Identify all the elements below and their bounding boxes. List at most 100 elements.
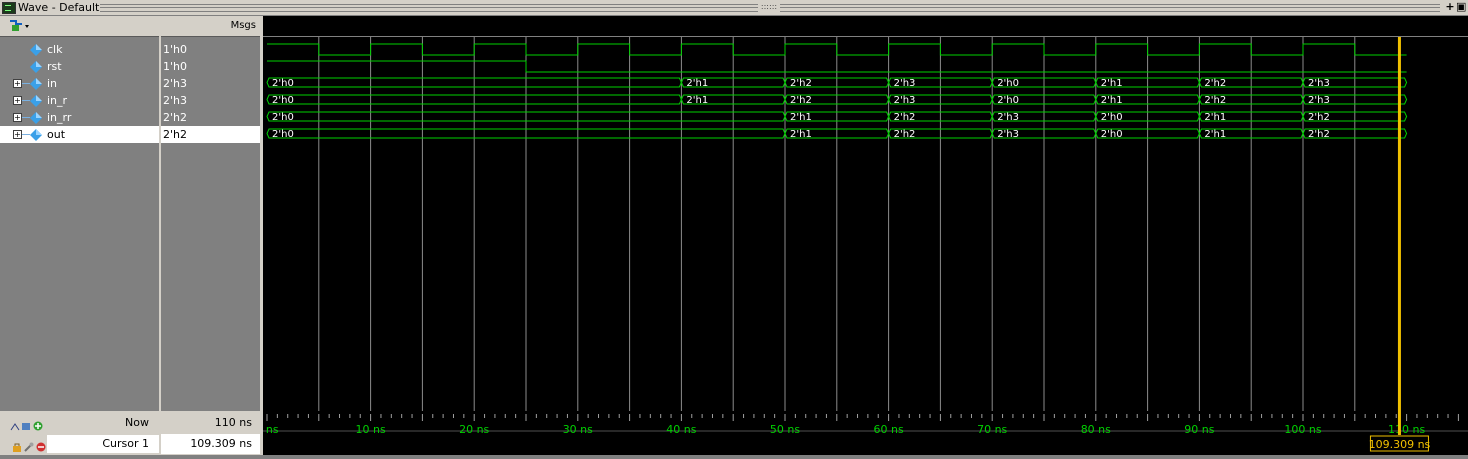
signal-value-row-in_r[interactable]: 2'h3 bbox=[161, 92, 260, 109]
signal-name: clk bbox=[47, 43, 63, 56]
signal-value-row-rst[interactable]: 1'h0 bbox=[161, 58, 260, 75]
add-icon[interactable] bbox=[33, 418, 43, 431]
signal-name: in bbox=[47, 77, 58, 90]
signal-row-out[interactable]: + out bbox=[0, 126, 159, 143]
bus-value-label: 2'h2 bbox=[1204, 78, 1226, 89]
expand-icon[interactable]: + bbox=[13, 79, 22, 88]
bus-value-label: 2'h2 bbox=[1308, 112, 1330, 123]
signal-row-in_r[interactable]: + in_r bbox=[0, 92, 159, 109]
expand-icon[interactable]: + bbox=[13, 130, 22, 139]
cursor-row: Cursor 1 bbox=[0, 434, 159, 454]
bus-value-label: 2'h1 bbox=[686, 78, 708, 89]
delete-icon[interactable] bbox=[36, 439, 46, 452]
status-names: Now Cursor 1 bbox=[0, 411, 159, 455]
cursor-value: 109.309 ns bbox=[190, 437, 252, 450]
signal-row-in[interactable]: + in bbox=[0, 75, 159, 92]
signal-value: 1'h0 bbox=[163, 43, 187, 56]
bus-value-label: 2'h3 bbox=[1308, 78, 1330, 89]
pane-splitter-left[interactable] bbox=[159, 16, 161, 455]
undock-plus-icon[interactable]: + bbox=[1445, 1, 1455, 12]
signal-row-in_rr[interactable]: + in_rr bbox=[0, 109, 159, 126]
ruler-tick-label: 0 ns bbox=[263, 423, 279, 436]
ruler-tick-label: 10 ns bbox=[355, 423, 385, 436]
bus-value-label: 2'h0 bbox=[272, 78, 294, 89]
names-header bbox=[0, 16, 159, 37]
signal-value-row-in_rr[interactable]: 2'h2 bbox=[161, 109, 260, 126]
signal-row-rst[interactable]: rst bbox=[0, 58, 159, 75]
signal-name: in_rr bbox=[47, 111, 72, 124]
timeline-ruler[interactable]: 0 ns 10 ns 20 ns 30 ns 40 ns 50 ns 60 ns 70 ns 8… bbox=[255, 411, 1468, 455]
bus-value-label: 2'h0 bbox=[272, 129, 294, 140]
tree-connector bbox=[22, 134, 30, 135]
restore-window-icon[interactable]: ▣ bbox=[1456, 1, 1466, 12]
waveform-canvas[interactable]: 2'h0 2'h1 2'h2 2'h3 2'h0 2'h1 2'h2 2'h3 2'h0 2'h1… bbox=[263, 37, 1468, 411]
waveform-pane[interactable]: 2'h0 2'h1 2'h2 2'h3 2'h0 2'h1 2'h2 2'h3 2'h0 2'h1… bbox=[263, 16, 1468, 411]
signal-diamond-icon bbox=[30, 78, 42, 90]
signal-value-row-out[interactable]: 2'h2 bbox=[161, 126, 260, 143]
bus-value-label: 2'h2 bbox=[1204, 95, 1226, 106]
signal-names-pane: clk rst + in + in_r + in_rr + out bbox=[0, 16, 159, 411]
signal-diamond-icon bbox=[30, 95, 42, 107]
ruler-tick-label: 100 ns bbox=[1284, 423, 1321, 436]
signal-name: in_r bbox=[47, 94, 68, 107]
bus-value-label: 2'h1 bbox=[686, 95, 708, 106]
window-titlebar: Wave - Default :::::: + ▣ bbox=[0, 0, 1468, 16]
signal-value: 2'h2 bbox=[163, 128, 187, 141]
now-row: Now bbox=[0, 413, 159, 433]
signal-values-pane: Msgs 1'h0 1'h0 2'h3 2'h3 2'h2 2'h2 bbox=[161, 16, 260, 411]
bus-value-label: 2'h0 bbox=[997, 95, 1019, 106]
bus-value-label: 2'h2 bbox=[790, 78, 812, 89]
expand-icon[interactable]: + bbox=[13, 96, 22, 105]
bus-value-label: 2'h3 bbox=[1308, 95, 1330, 106]
clk-waveform bbox=[267, 43, 1407, 56]
signal-name: rst bbox=[47, 60, 62, 73]
app-icon bbox=[2, 2, 16, 14]
signal-name: out bbox=[47, 128, 66, 141]
signal-diamond-icon bbox=[30, 129, 42, 141]
edit-icon[interactable] bbox=[21, 418, 31, 430]
bus-value-label: 2'h1 bbox=[790, 129, 812, 140]
values-header: Msgs bbox=[161, 16, 260, 37]
bus-value-label: 2'h0 bbox=[997, 78, 1019, 89]
signal-diamond-icon bbox=[30, 112, 42, 124]
bus-value-label: 2'h3 bbox=[894, 95, 916, 106]
ruler-tick-label: 40 ns bbox=[666, 423, 696, 436]
bus-value-label: 2'h3 bbox=[997, 129, 1019, 140]
wrench-icon[interactable] bbox=[24, 439, 34, 452]
signal-value-row-in[interactable]: 2'h3 bbox=[161, 75, 260, 92]
signal-value: 1'h0 bbox=[163, 60, 187, 73]
lock-icon[interactable] bbox=[12, 439, 22, 452]
titlebar-grip-handle-icon[interactable]: :::::: bbox=[758, 2, 780, 12]
bus-value-label: 2'h1 bbox=[1101, 78, 1123, 89]
zoom-icon[interactable] bbox=[10, 418, 20, 431]
ruler-tick-label: 80 ns bbox=[1081, 423, 1111, 436]
cursor-value-row[interactable]: 109.309 ns bbox=[161, 434, 260, 454]
expand-icon[interactable]: + bbox=[13, 113, 22, 122]
timeline-ruler-canvas[interactable]: 0 ns 10 ns 20 ns 30 ns 40 ns 50 ns 60 ns 70 ns 8… bbox=[255, 411, 1468, 455]
signal-diamond-icon bbox=[30, 44, 42, 56]
cursor-time-label: 109.309 ns bbox=[1369, 438, 1431, 451]
bus-value-label: 2'h2 bbox=[894, 112, 916, 123]
cursor-label: Cursor 1 bbox=[102, 437, 149, 450]
bus-value-label: 2'h3 bbox=[997, 112, 1019, 123]
wave-tool-icon[interactable] bbox=[8, 19, 32, 36]
ruler-tick-label: 50 ns bbox=[770, 423, 800, 436]
signal-value-row-clk[interactable]: 1'h0 bbox=[161, 41, 260, 58]
tree-connector bbox=[22, 100, 30, 101]
waveform-header bbox=[263, 16, 1468, 37]
now-label: Now bbox=[125, 416, 149, 429]
bus-value-label: 2'h1 bbox=[1204, 112, 1226, 123]
signal-value: 2'h2 bbox=[163, 111, 187, 124]
bus-value-label: 2'h3 bbox=[894, 78, 916, 89]
ruler-tick-label: 30 ns bbox=[563, 423, 593, 436]
bus-value-label: 2'h0 bbox=[1101, 129, 1123, 140]
bus-value-label: 2'h1 bbox=[790, 112, 812, 123]
window-title: Wave - Default bbox=[18, 1, 100, 14]
signal-diamond-icon bbox=[30, 61, 42, 73]
bus-value-label: 2'h2 bbox=[790, 95, 812, 106]
tree-connector bbox=[22, 83, 30, 84]
now-value: 110 ns bbox=[214, 416, 252, 429]
signal-row-clk[interactable]: clk bbox=[0, 41, 159, 58]
tree-connector bbox=[22, 117, 30, 118]
ruler-tick-label: 110 ns bbox=[1388, 423, 1425, 436]
